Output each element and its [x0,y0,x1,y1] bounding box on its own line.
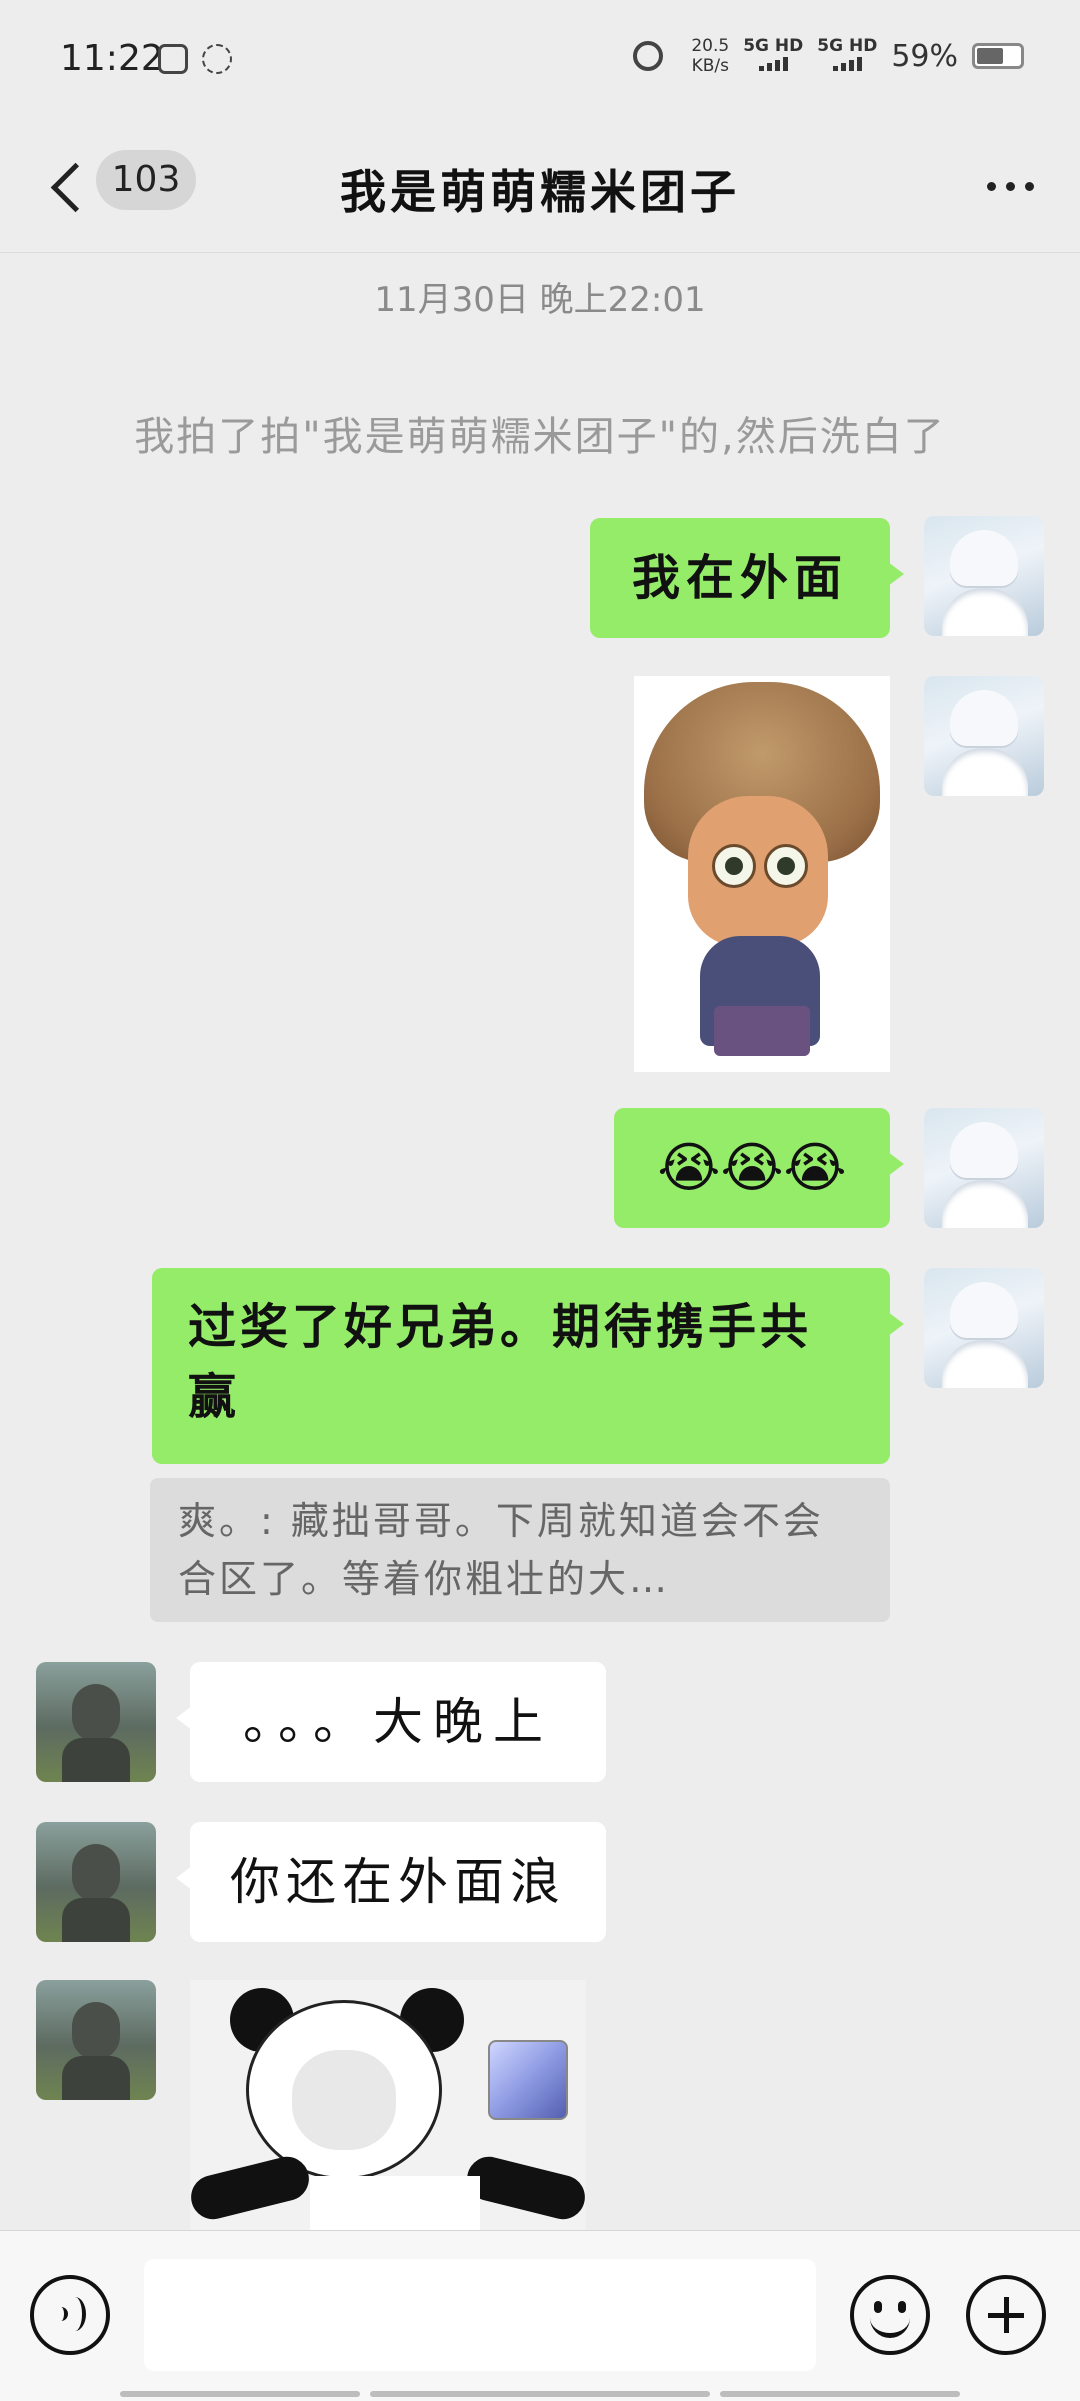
pat-system-message: 我拍了拍"我是萌萌糯米团子"的,然后洗白了 [134,414,946,460]
network-2-label: 5G HD [817,36,878,56]
my-avatar[interactable] [924,1268,1044,1388]
input-bar [0,2230,1080,2401]
alarm-icon [633,41,664,71]
my-avatar[interactable] [924,516,1044,636]
status-left-icons [158,44,232,74]
battery-icon [972,43,1024,69]
signal-icon [758,55,788,71]
battery-fill [977,48,1003,64]
bald-qiang-sticker[interactable] [634,676,890,1072]
nfc-icon [202,44,232,74]
network-speed: 20.5 KB/s [691,36,729,76]
my-avatar[interactable] [924,676,1044,796]
contact-avatar[interactable] [36,1822,156,1942]
message-bubble-out[interactable]: 😭😭😭 [614,1108,904,1228]
speed-value: 20.5 [691,36,730,56]
network-2: 5G HD [817,37,877,75]
message-bubble-out[interactable]: 我在外面 [590,518,904,638]
voice-button[interactable] [30,2275,110,2355]
message-list[interactable]: 11月30日 晚上22:01 我拍了拍"我是萌萌糯米团子"的,然后洗白了 我在外… [0,252,1080,2230]
my-avatar[interactable] [924,1108,1044,1228]
network-1: 5G HD [743,37,803,75]
emoji-button[interactable] [850,2275,930,2355]
more-dots-icon [987,182,996,191]
message-bubble-in[interactable]: 。。。大晚上 [176,1662,606,1782]
message-input[interactable] [144,2259,816,2371]
signal-icon [832,55,862,71]
quoted-message[interactable]: 爽。: 藏拙哥哥。下周就知道会不会合区了。等着你粗壮的大… [150,1478,890,1622]
more-button[interactable] [987,172,1034,201]
message-timestamp: 11月30日 晚上22:01 [374,280,706,320]
chat-header: 103 我是萌萌糯米团子 [0,130,1080,253]
message-bubble-out[interactable]: 过奖了好兄弟。期待携手共赢 [152,1268,904,1464]
contact-avatar[interactable] [36,1662,156,1782]
speed-unit: KB/s [691,56,729,76]
screen-mirror-icon [158,44,188,74]
panda-meme-sticker[interactable] [190,1980,586,2230]
network-1-label: 5G HD [743,36,804,56]
message-bubble-in[interactable]: 你还在外面浪 [176,1822,606,1942]
more-actions-button[interactable] [966,2275,1046,2355]
game-item-icon [488,2040,568,2120]
contact-avatar[interactable] [36,1980,156,2100]
gesture-bar [0,2387,1080,2401]
battery-percent: 59% [891,38,958,74]
chat-title: 我是萌萌糯米团子 [340,165,740,219]
status-time: 11:22 [60,38,164,79]
status-bar: 11:22 20.5 KB/s 5G HD 5G HD 59% [0,0,1080,130]
status-right: 20.5 KB/s 5G HD 5G HD 59% [633,36,1024,76]
